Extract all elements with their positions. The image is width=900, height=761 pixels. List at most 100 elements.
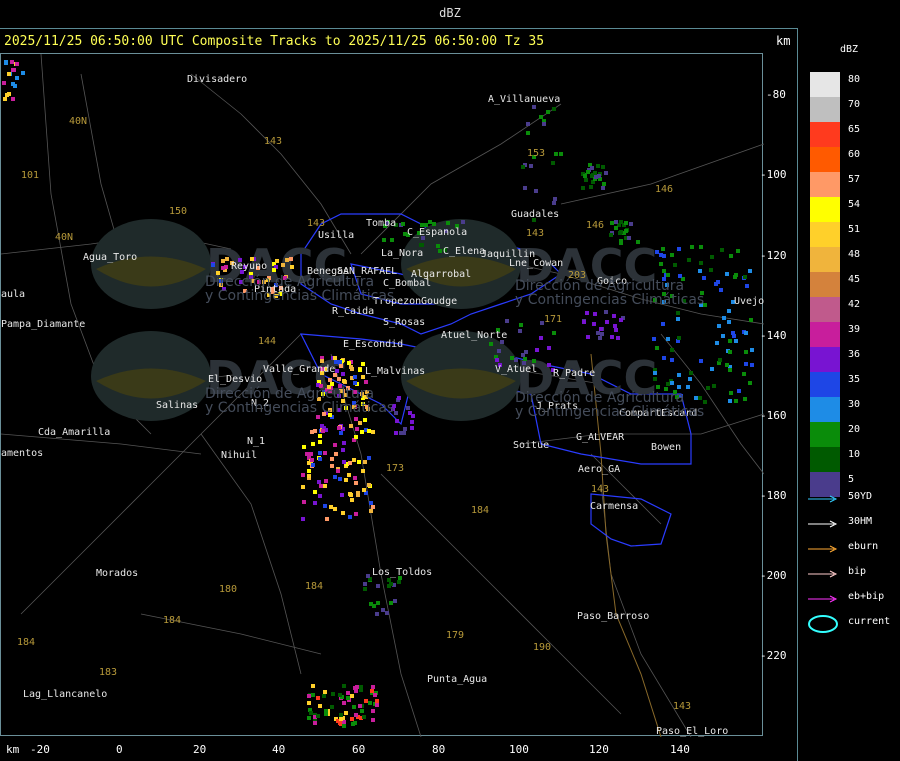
radar-pixel — [666, 337, 670, 341]
place-label: Pampa_Diamante — [1, 319, 85, 330]
radar-pixel — [342, 441, 346, 445]
radar-pixel — [330, 705, 334, 709]
radar-pixel — [333, 475, 337, 479]
place-label: Lag_Llancanelo — [23, 689, 107, 700]
radar-pixel — [601, 165, 605, 169]
composite-header: 2025/11/25 06:50:00 UTC Composite Tracks… — [4, 34, 545, 49]
route-label: 146 — [655, 184, 673, 195]
radar-pixel — [395, 419, 399, 423]
radar-pixel — [353, 375, 357, 379]
track-legend-item: 50YD — [808, 491, 898, 507]
radar-pixel — [619, 318, 623, 322]
x-tick: 140 — [670, 743, 690, 756]
radar-pixel — [301, 473, 305, 477]
place-label: A_Villanueva — [488, 94, 560, 105]
radar-pixel — [354, 713, 358, 717]
radar-pixel — [313, 721, 317, 725]
radar-pixel — [586, 170, 590, 174]
dbz-swatch — [810, 247, 840, 272]
radar-pixel — [408, 411, 412, 415]
place-label: Guadales — [511, 209, 559, 220]
radar-pixel — [5, 93, 9, 97]
radar-pixel — [727, 320, 731, 324]
radar-pixel — [358, 368, 362, 372]
radar-pixel — [589, 185, 593, 189]
unit-label: km — [776, 34, 791, 48]
radar-pixel — [610, 221, 614, 225]
place-label: V_Atuel — [495, 364, 537, 375]
arrow-icon — [808, 545, 838, 553]
radar-pixel — [547, 363, 551, 367]
radar-pixel — [310, 458, 314, 462]
radar-pixel — [289, 257, 293, 261]
radar-pixel — [519, 323, 523, 327]
radar-pixel — [532, 359, 536, 363]
current-label: current — [848, 616, 891, 627]
radar-pixel — [320, 359, 324, 363]
radar-map[interactable]: DACCDACCDACCDACC 40N14315314610115040N14… — [0, 53, 764, 737]
place-label: Cda_Amarilla — [38, 427, 110, 438]
place-label: L_Malvinas — [365, 366, 425, 377]
radar-pixel — [655, 250, 659, 254]
radar-pixel — [348, 461, 352, 465]
radar-pixel — [353, 381, 357, 385]
radar-pixel — [690, 245, 694, 249]
place-label: Salinas — [156, 400, 198, 411]
radar-pixel — [656, 385, 660, 389]
radar-pixel — [307, 701, 311, 705]
arrow-icon — [808, 495, 838, 503]
route-label: 183 — [99, 667, 117, 678]
dbz-level-label: 45 — [848, 274, 861, 285]
radar-pixel — [347, 361, 351, 365]
radar-pixel — [3, 97, 7, 101]
radar-pixel — [553, 197, 557, 201]
radar-pixel — [357, 460, 361, 464]
radar-pixel — [436, 244, 440, 248]
radar-pixel — [677, 385, 681, 389]
radar-pixel — [342, 460, 346, 464]
y-tick: -140 — [760, 329, 787, 342]
radar-map-canvas[interactable]: DACCDACCDACCDACC 40N14315314610115040N14… — [1, 54, 764, 737]
radar-pixel — [523, 357, 527, 361]
radar-pixel — [338, 693, 342, 697]
radar-pixel — [301, 517, 305, 521]
radar-pixel — [604, 310, 608, 314]
x-axis: km -20 0 20 40 60 80 100 120 140 — [0, 740, 798, 761]
radar-pixel — [376, 601, 380, 605]
radar-pixel — [350, 717, 354, 721]
dbz-level-label: 20 — [848, 424, 861, 435]
radar-pixel — [699, 245, 703, 249]
road — [80, 73, 122, 255]
radar-pixel — [10, 60, 14, 64]
dbz-swatch — [810, 397, 840, 422]
radar-pixel — [335, 369, 339, 373]
arrow-icon — [808, 520, 838, 528]
radar-pixel — [599, 327, 603, 331]
radar-pixel — [338, 477, 342, 481]
y-tick: -80 — [766, 88, 786, 101]
dbz-swatch — [810, 297, 840, 322]
track-legend-item: 30HM — [808, 516, 898, 532]
radar-pixel — [727, 309, 731, 313]
radar-pixel — [318, 440, 322, 444]
radar-pixel — [710, 367, 714, 371]
radar-pixel — [610, 335, 614, 339]
radar-pixel — [362, 715, 366, 719]
radar-pixel — [744, 350, 748, 354]
radar-pixel — [4, 60, 8, 64]
radar-pixel — [728, 350, 732, 354]
radar-pixel — [373, 693, 377, 697]
radar-pixel — [394, 411, 398, 415]
place-label: C_Espanola — [407, 227, 467, 238]
radar-pixel — [350, 498, 354, 502]
route-label: 150 — [169, 206, 187, 217]
radar-pixel — [521, 353, 525, 357]
radar-pixel — [363, 460, 367, 464]
radar-pixel — [653, 377, 657, 381]
dbz-level-label: 70 — [848, 99, 861, 110]
arrow-icon — [808, 570, 838, 578]
radar-pixel — [554, 152, 558, 156]
radar-pixel — [323, 504, 327, 508]
radar-pixel — [614, 220, 618, 224]
radar-pixel — [666, 273, 670, 277]
